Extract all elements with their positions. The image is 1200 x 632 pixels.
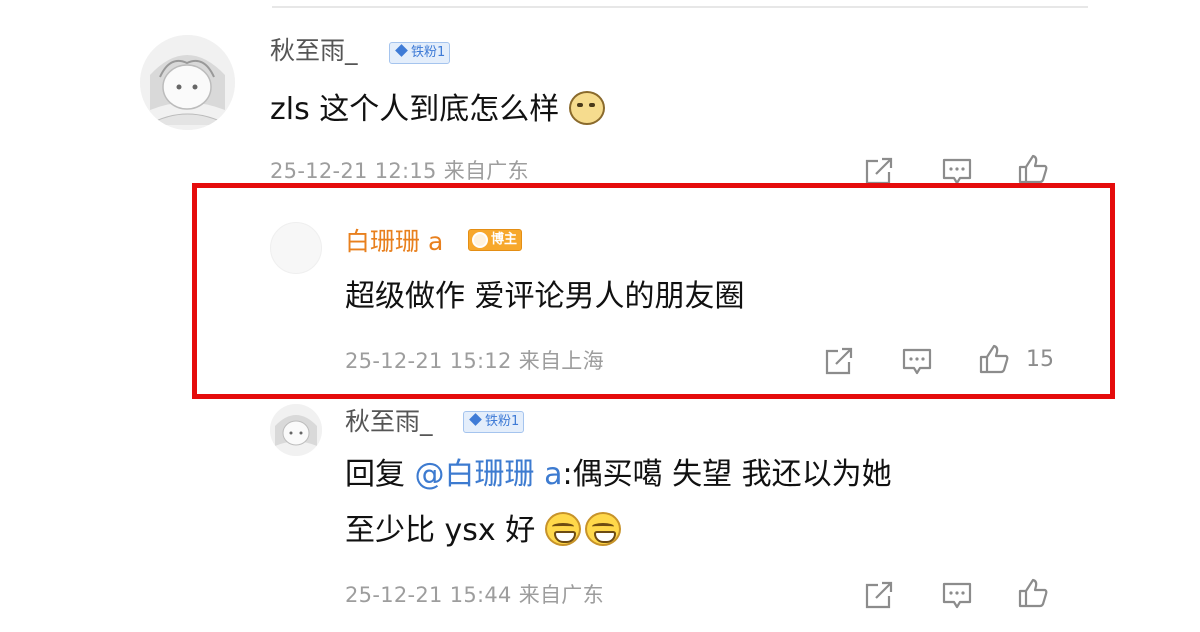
comment-meta: 25-12-21 15:44 来自广东 <box>345 582 604 608</box>
timestamp: 25-12-21 15:12 <box>345 349 512 373</box>
fan-badge: 铁粉1 <box>463 411 525 433</box>
grin-emoji-icon <box>544 512 581 546</box>
comment-text-content: 至少比 ysx 好 <box>345 513 536 548</box>
location: 来自广东 <box>443 159 529 183</box>
fan-badge: 铁粉1 <box>389 42 451 64</box>
location: 来自广东 <box>518 583 604 607</box>
diamond-icon <box>469 413 482 426</box>
comment-text: zls 这个人到底怎么样 <box>270 90 605 130</box>
avatar[interactable] <box>140 35 235 130</box>
timestamp: 25-12-21 15:44 <box>345 583 512 607</box>
avatar[interactable] <box>270 404 322 456</box>
doge-emoji-icon <box>568 91 605 125</box>
fan-badge-label: 铁粉1 <box>485 414 520 429</box>
mention-link[interactable]: @白珊珊 a <box>415 457 563 492</box>
comment-text-line1: 回复 @白珊珊 a:偶买噶 失望 我还以为她 <box>345 455 892 495</box>
like-count: 15 <box>1026 347 1054 372</box>
avatar[interactable] <box>270 222 322 274</box>
grin-emoji-icon <box>584 512 621 546</box>
reply-prefix: 回复 <box>345 457 415 492</box>
username[interactable]: 白珊珊 a <box>345 227 443 257</box>
share-icon[interactable] <box>862 578 896 612</box>
blogger-icon <box>472 232 488 248</box>
username[interactable]: 秋至雨_ <box>345 407 433 437</box>
comment-icon[interactable] <box>900 344 934 378</box>
comment-text-line2: 至少比 ysx 好 <box>345 511 625 551</box>
like-icon[interactable] <box>977 342 1011 376</box>
like-icon[interactable] <box>1016 576 1050 610</box>
like-icon[interactable] <box>1016 152 1050 186</box>
location: 来自上海 <box>518 349 604 373</box>
username[interactable]: 秋至雨_ <box>270 36 358 66</box>
comment-text-content: zls 这个人到底怎么样 <box>270 92 560 127</box>
comment-text: 超级做作 爱评论男人的朋友圈 <box>345 279 745 314</box>
blogger-badge-label: 博主 <box>491 232 518 247</box>
top-divider <box>272 6 1088 8</box>
fan-badge-label: 铁粉1 <box>411 45 446 60</box>
timestamp: 25-12-21 12:15 <box>270 159 437 183</box>
comment-meta: 25-12-21 15:12 来自上海 <box>345 348 604 374</box>
diamond-icon <box>395 44 408 57</box>
blogger-badge: 博主 <box>468 229 523 251</box>
share-icon[interactable] <box>822 344 856 378</box>
comment-icon[interactable] <box>940 578 974 612</box>
comment-meta: 25-12-21 12:15 来自广东 <box>270 158 529 184</box>
comment-text-content: :偶买噶 失望 我还以为她 <box>562 457 892 492</box>
